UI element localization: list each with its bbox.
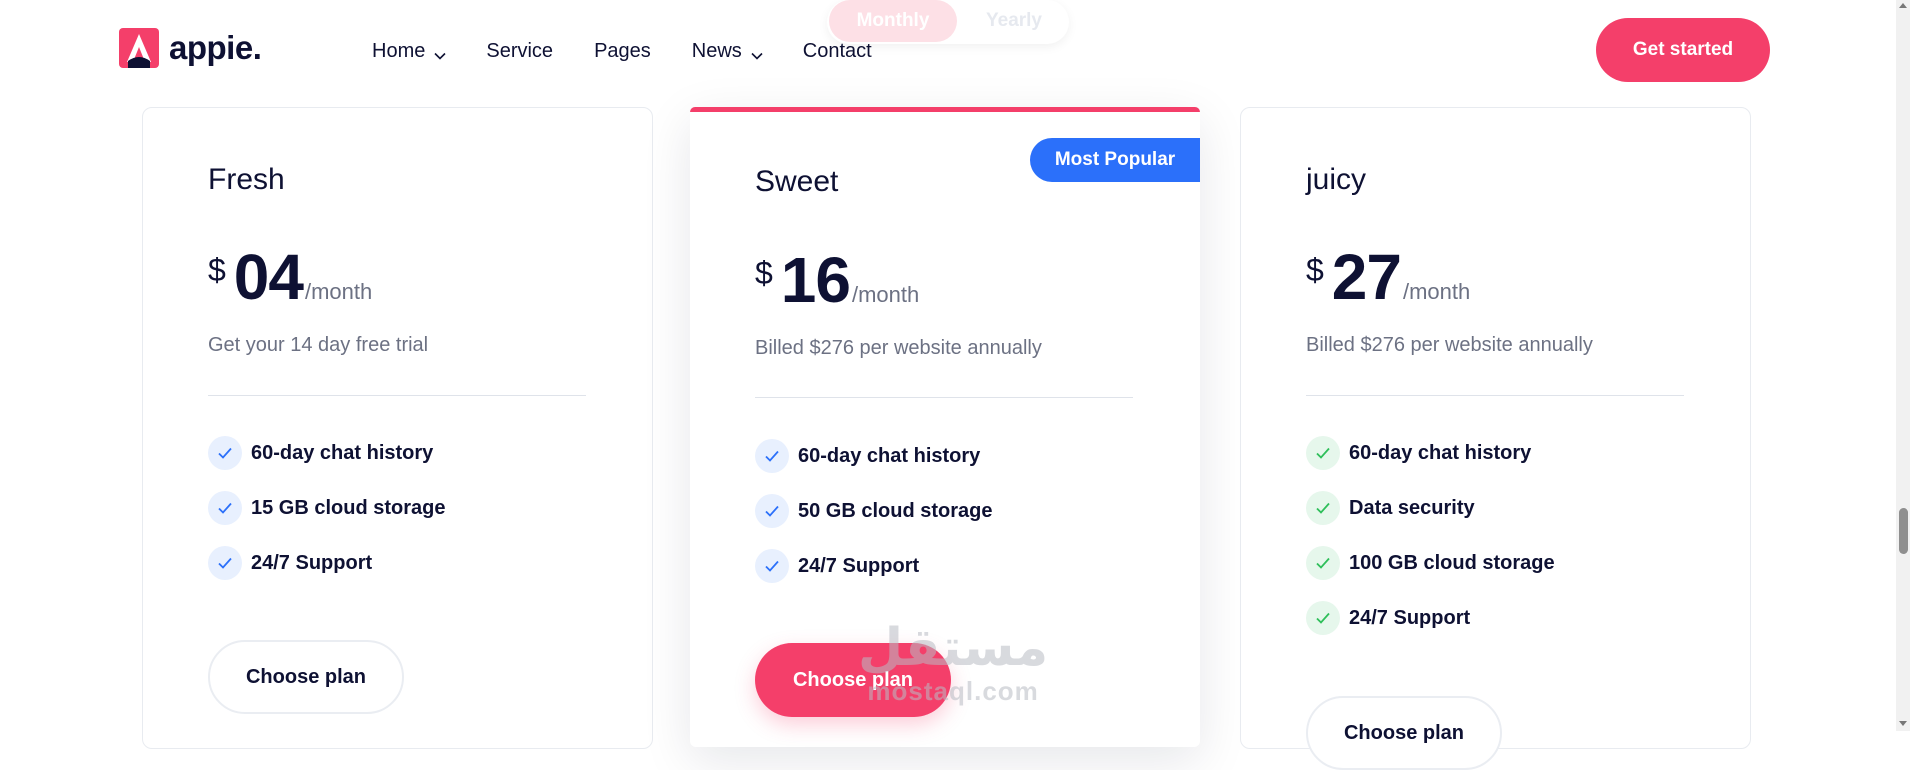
plan-price: $ 27 /month <box>1306 240 1470 314</box>
price-currency: $ <box>208 252 226 288</box>
feature-item: 60-day chat history <box>755 438 993 474</box>
nav-item-service[interactable]: Service <box>486 40 553 63</box>
watermark: مستقل mostaql.com <box>858 620 1048 707</box>
price-period: /month <box>304 279 373 304</box>
check-icon <box>755 439 789 473</box>
pricing-card-fresh: Fresh $ 04 /month Get your 14 day free t… <box>142 107 653 749</box>
card-accent-bar <box>690 107 1200 112</box>
plan-description: Billed $276 per website annually <box>755 337 1042 359</box>
check-icon <box>1306 436 1340 470</box>
appie-logo-icon <box>119 28 159 68</box>
feature-list: 60-day chat history 15 GB cloud storage … <box>208 435 446 600</box>
feature-label: Data security <box>1349 496 1475 519</box>
chevron-down-icon <box>433 46 446 60</box>
feature-label: 60-day chat history <box>251 441 434 464</box>
plan-description: Get your 14 day free trial <box>208 334 429 356</box>
plan-price: $ 16 /month <box>755 243 919 317</box>
main-nav: Home Service Pages News Contact <box>372 40 913 63</box>
check-icon <box>1306 491 1340 525</box>
feature-item: 24/7 Support <box>755 548 993 584</box>
feature-item: 60-day chat history <box>208 435 446 471</box>
nav-label: Home <box>372 40 426 62</box>
plan-description: Billed $276 per website annually <box>1306 334 1593 356</box>
plan-name: Fresh <box>208 163 285 196</box>
toggle-yearly[interactable]: Yearly <box>959 0 1069 42</box>
choose-plan-button[interactable]: Choose plan <box>208 640 404 714</box>
plan-price: $ 04 /month <box>208 240 372 314</box>
chevron-down-icon <box>750 46 763 60</box>
feature-label: 24/7 Support <box>251 551 373 574</box>
watermark-logo: مستقل <box>858 619 1049 677</box>
toggle-monthly[interactable]: Monthly <box>829 0 957 42</box>
plan-name: juicy <box>1306 163 1367 196</box>
divider <box>208 395 586 396</box>
check-icon <box>208 436 242 470</box>
check-icon <box>208 546 242 580</box>
price-amount: 27 <box>1331 241 1402 313</box>
pricing-card-juicy: juicy $ 27 /month Billed $276 per websit… <box>1240 107 1751 770</box>
scroll-down-icon[interactable] <box>1899 721 1907 726</box>
nav-label: News <box>691 40 742 62</box>
nav-item-pages[interactable]: Pages <box>594 40 651 63</box>
check-icon <box>755 494 789 528</box>
scroll-up-icon[interactable] <box>1899 3 1907 8</box>
check-icon <box>1306 546 1340 580</box>
nav-item-news[interactable]: News <box>691 40 763 63</box>
feature-item: Data security <box>1306 490 1555 526</box>
feature-item: 60-day chat history <box>1306 435 1555 471</box>
check-icon <box>208 491 242 525</box>
feature-label: 60-day chat history <box>1349 441 1532 464</box>
feature-item: 100 GB cloud storage <box>1306 545 1555 581</box>
nav-item-home[interactable]: Home <box>372 40 446 63</box>
page-scrollbar[interactable] <box>1896 0 1910 731</box>
feature-label: 60-day chat history <box>798 444 981 467</box>
price-amount: 04 <box>233 241 304 313</box>
feature-item: 50 GB cloud storage <box>755 493 993 529</box>
feature-label: 50 GB cloud storage <box>798 499 993 522</box>
price-currency: $ <box>755 255 773 291</box>
feature-list: 60-day chat history Data security 100 GB… <box>1306 435 1555 655</box>
nav-label: Pages <box>594 40 651 62</box>
price-currency: $ <box>1306 252 1324 288</box>
choose-plan-button[interactable]: Choose plan <box>1306 696 1502 770</box>
get-started-button[interactable]: Get started <box>1596 18 1770 82</box>
brand-logo[interactable]: appie. <box>119 28 262 68</box>
price-period: /month <box>1402 279 1471 304</box>
divider <box>755 397 1133 398</box>
feature-label: 15 GB cloud storage <box>251 496 446 519</box>
feature-list: 60-day chat history 50 GB cloud storage … <box>755 438 993 603</box>
check-icon <box>755 549 789 583</box>
billing-toggle: Monthly Yearly <box>827 0 1069 44</box>
brand-name: appie. <box>169 29 262 66</box>
feature-label: 100 GB cloud storage <box>1349 551 1555 574</box>
feature-item: 15 GB cloud storage <box>208 490 446 526</box>
most-popular-badge: Most Popular <box>1030 138 1200 182</box>
price-period: /month <box>851 282 920 307</box>
feature-label: 24/7 Support <box>798 554 920 577</box>
feature-item: 24/7 Support <box>1306 600 1555 636</box>
plan-name: Sweet <box>755 165 839 198</box>
feature-item: 24/7 Support <box>208 545 446 581</box>
nav-label: Service <box>486 40 554 62</box>
feature-label: 24/7 Support <box>1349 606 1471 629</box>
watermark-text: mostaql.com <box>867 676 1039 706</box>
scroll-thumb[interactable] <box>1899 508 1908 554</box>
divider <box>1306 395 1684 396</box>
check-icon <box>1306 601 1340 635</box>
price-amount: 16 <box>780 244 851 316</box>
